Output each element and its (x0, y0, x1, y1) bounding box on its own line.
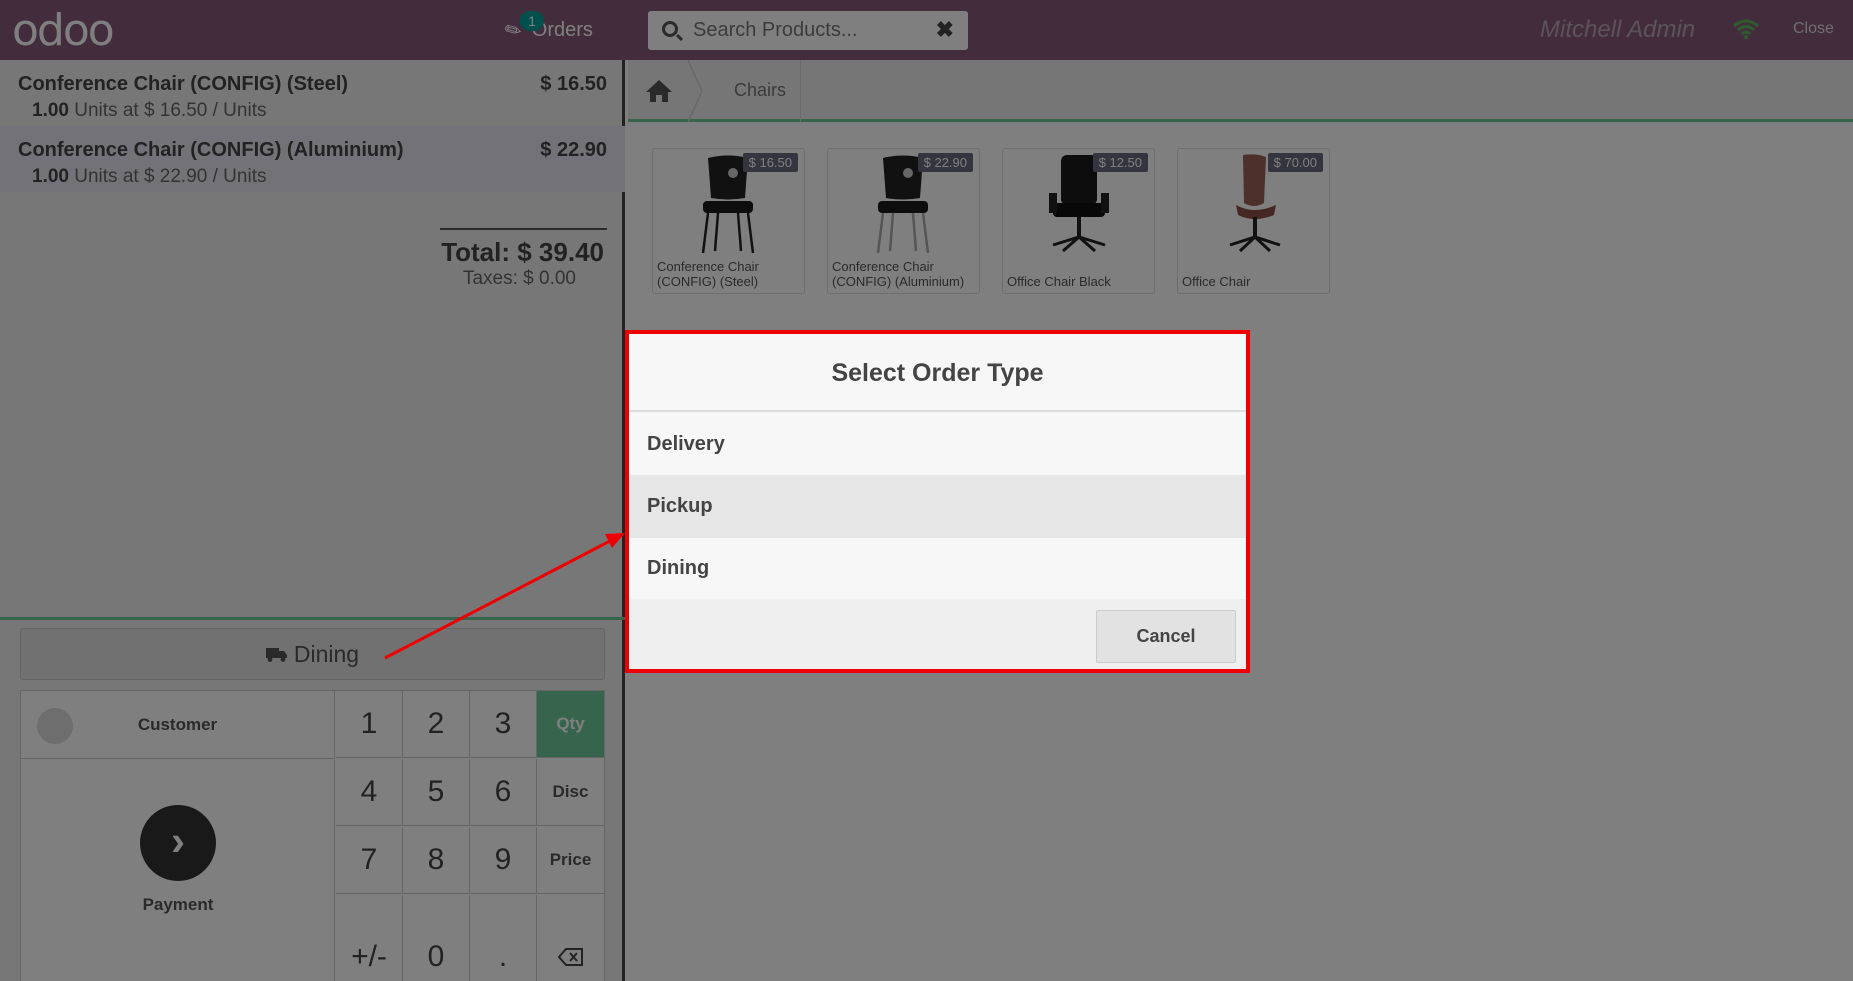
dialog-footer: Cancel (629, 599, 1246, 669)
dialog-title: Select Order Type (629, 334, 1246, 412)
order-type-option-delivery[interactable]: Delivery (629, 414, 1246, 476)
select-order-type-dialog: Select Order Type Delivery Pickup Dining… (625, 330, 1250, 673)
order-type-option-pickup[interactable]: Pickup (629, 476, 1246, 538)
order-type-option-dining[interactable]: Dining (629, 538, 1246, 600)
cancel-button[interactable]: Cancel (1096, 610, 1236, 663)
